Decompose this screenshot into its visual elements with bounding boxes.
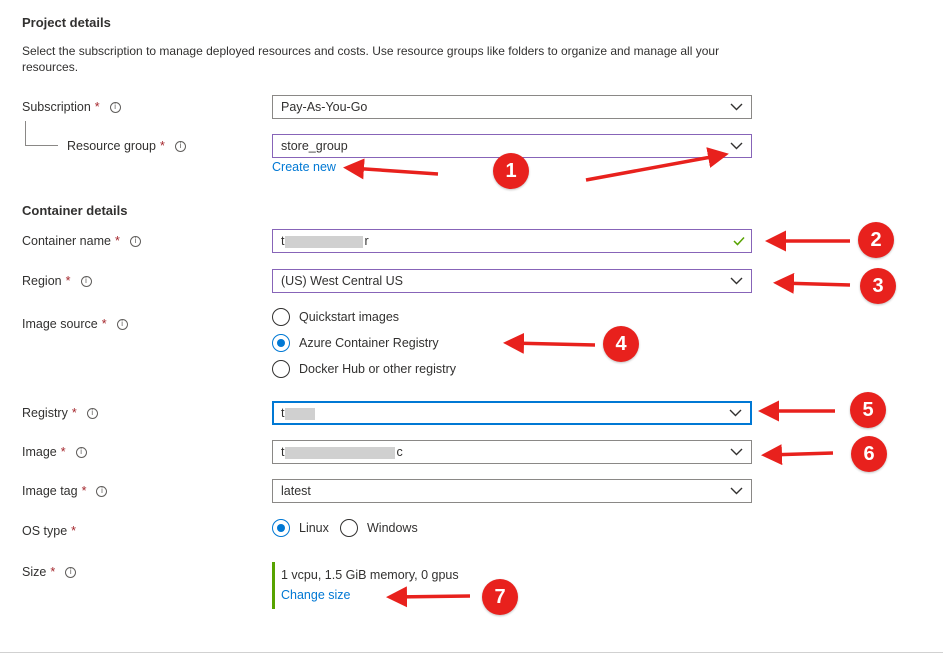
annotation-arrow (773, 272, 851, 294)
annotation-badge-7: 7 (482, 579, 518, 615)
annotation-badge-6: 6 (851, 436, 887, 472)
annotation-badge-4: 4 (603, 326, 639, 362)
annotation-arrow (343, 158, 439, 180)
annotation-arrow (503, 332, 596, 354)
annotation-arrow (585, 147, 729, 182)
annotation-badge-3: 3 (860, 268, 896, 304)
annotation-badge-2: 2 (858, 222, 894, 258)
annotation-arrows (343, 147, 851, 608)
annotation-badge-5: 5 (850, 392, 886, 428)
annotation-arrow (386, 586, 471, 608)
annotation-arrow (761, 444, 834, 466)
annotation-badge-1: 1 (493, 153, 529, 189)
